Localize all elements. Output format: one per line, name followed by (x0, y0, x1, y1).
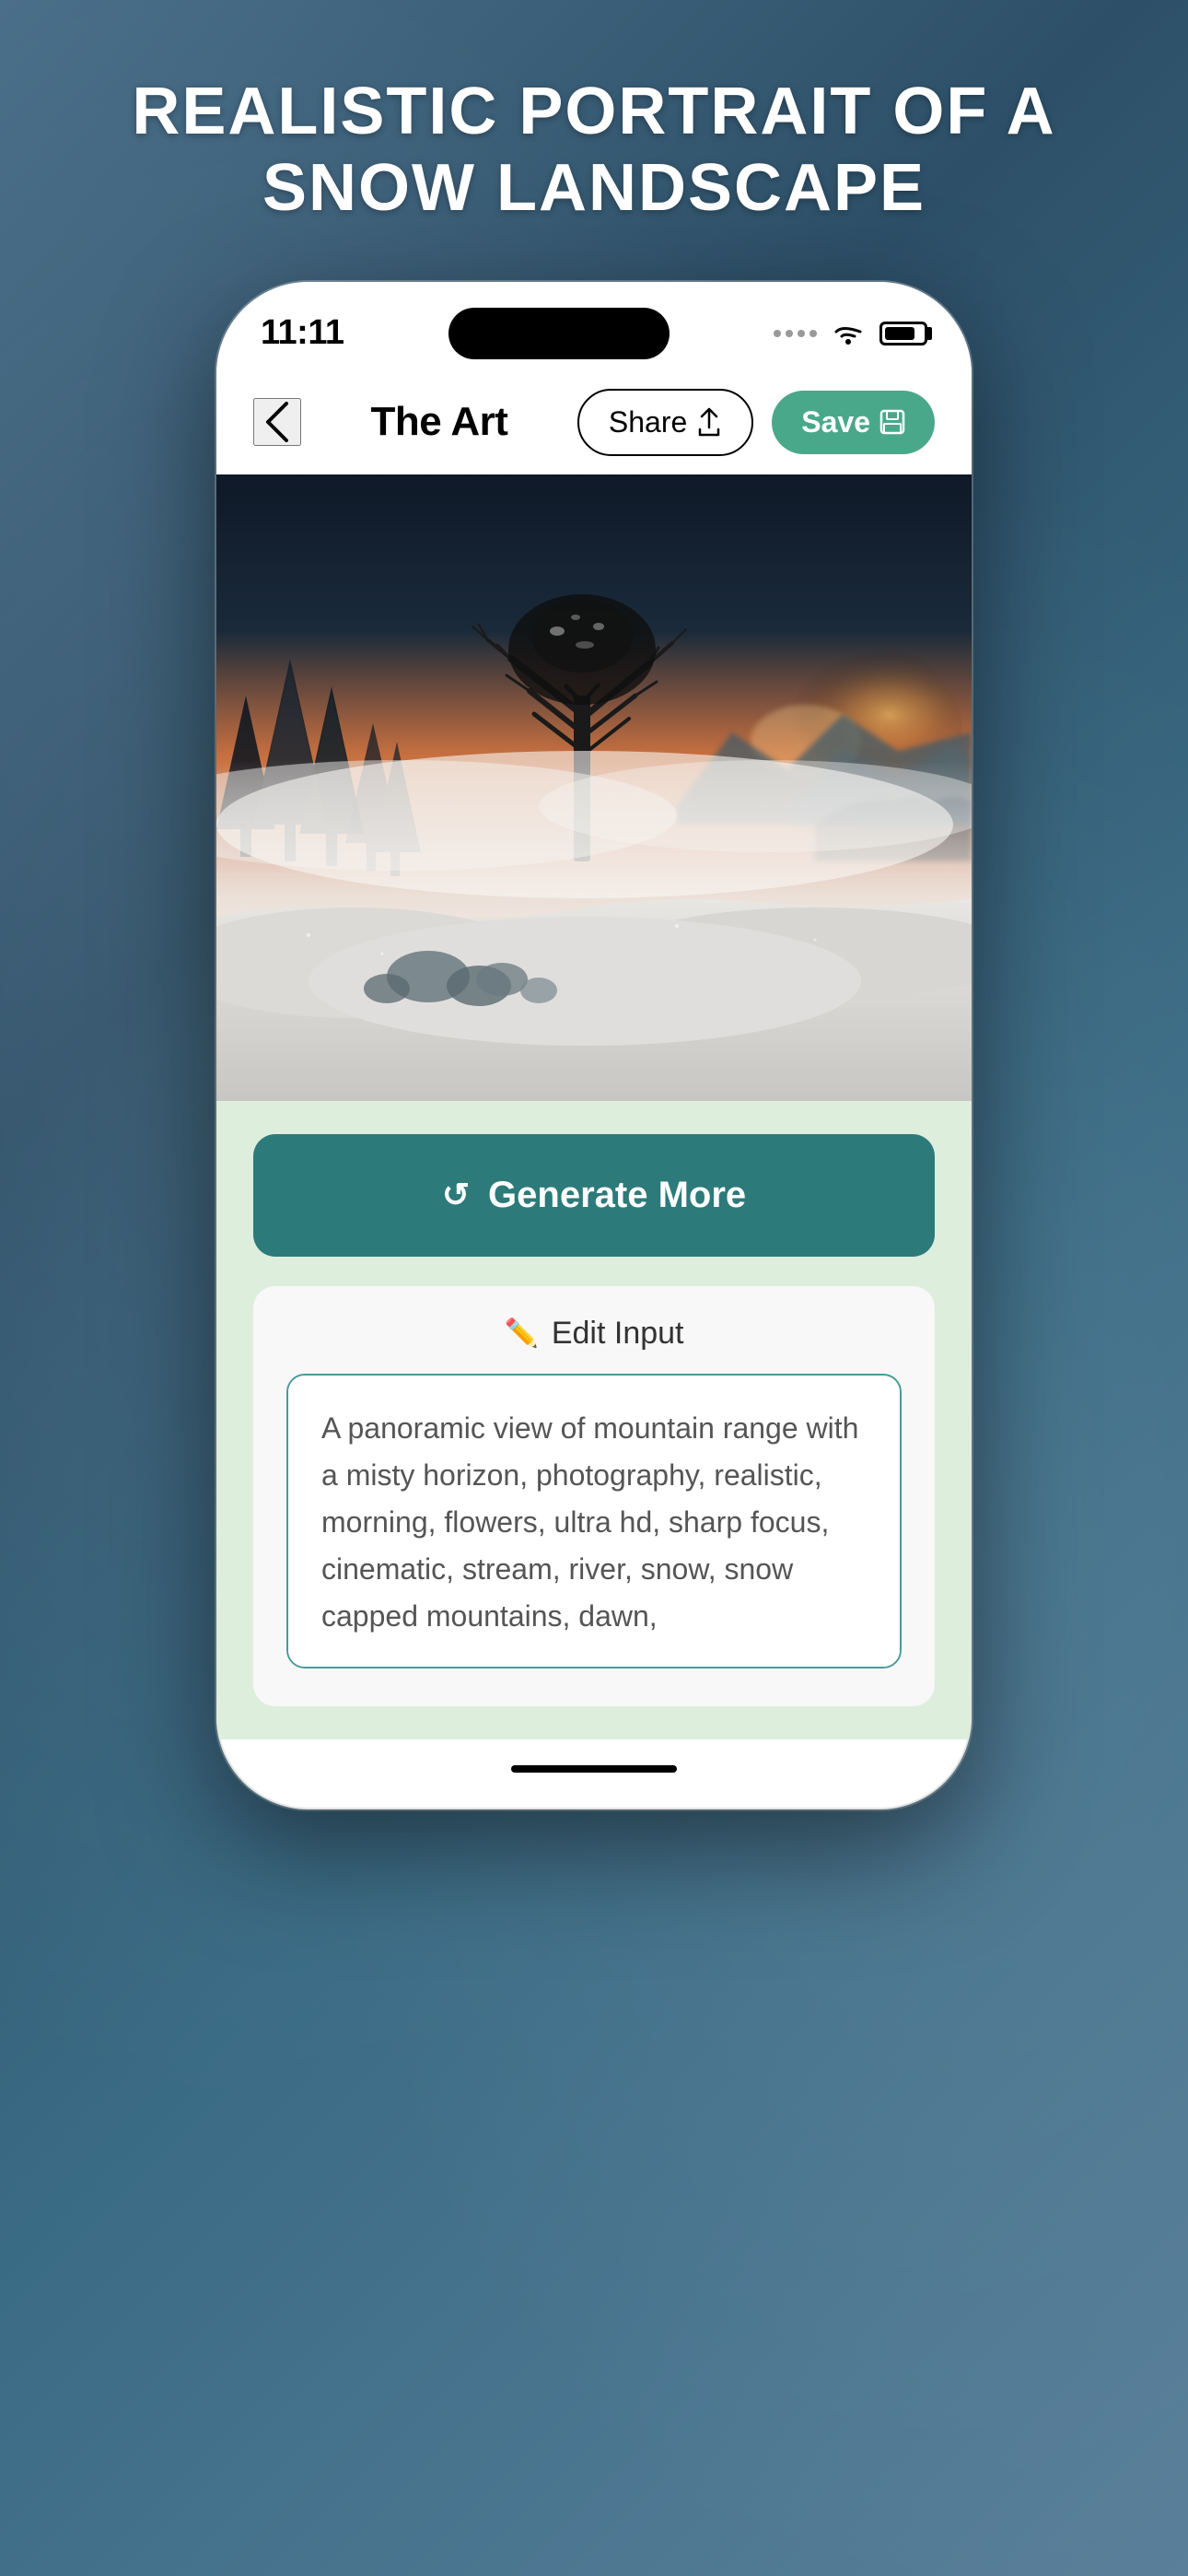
phone-frame: 11:11 The Art (216, 282, 972, 1809)
share-button-label: Share (609, 405, 687, 439)
save-button[interactable]: Save (772, 391, 935, 454)
generate-more-button[interactable]: ↺ Generate More (253, 1134, 935, 1257)
home-indicator (511, 1765, 677, 1773)
edit-header: ✏️ Edit Input (286, 1316, 902, 1352)
status-icons (774, 321, 927, 346)
prompt-input[interactable] (286, 1374, 902, 1669)
wifi-icon (832, 321, 865, 346)
back-chevron-icon (264, 400, 290, 444)
battery-icon (879, 322, 927, 345)
share-button[interactable]: Share (577, 389, 753, 456)
status-time: 11:11 (261, 313, 344, 353)
dynamic-island (448, 308, 670, 359)
edit-input-section: ✏️ Edit Input (253, 1286, 935, 1706)
save-icon (879, 409, 905, 435)
content-area: ↺ Generate More ✏️ Edit Input (216, 1101, 972, 1739)
share-icon (696, 407, 722, 437)
signal-icon (774, 330, 817, 337)
pencil-icon: ✏️ (504, 1317, 538, 1350)
status-bar: 11:11 (216, 282, 972, 374)
edit-input-label: Edit Input (552, 1316, 684, 1352)
art-image (216, 474, 972, 1101)
nav-bar: The Art Share Save (216, 374, 972, 474)
save-button-label: Save (801, 405, 870, 439)
page-title: REALISTIC PORTRAIT OF A SNOW LANDSCAPE (0, 74, 1188, 227)
nav-title: The Art (371, 399, 508, 445)
refresh-icon: ↺ (442, 1176, 470, 1214)
landscape-svg (216, 474, 972, 1101)
nav-actions: Share Save (577, 389, 935, 456)
generate-more-label: Generate More (488, 1175, 746, 1216)
back-button[interactable] (253, 398, 301, 446)
